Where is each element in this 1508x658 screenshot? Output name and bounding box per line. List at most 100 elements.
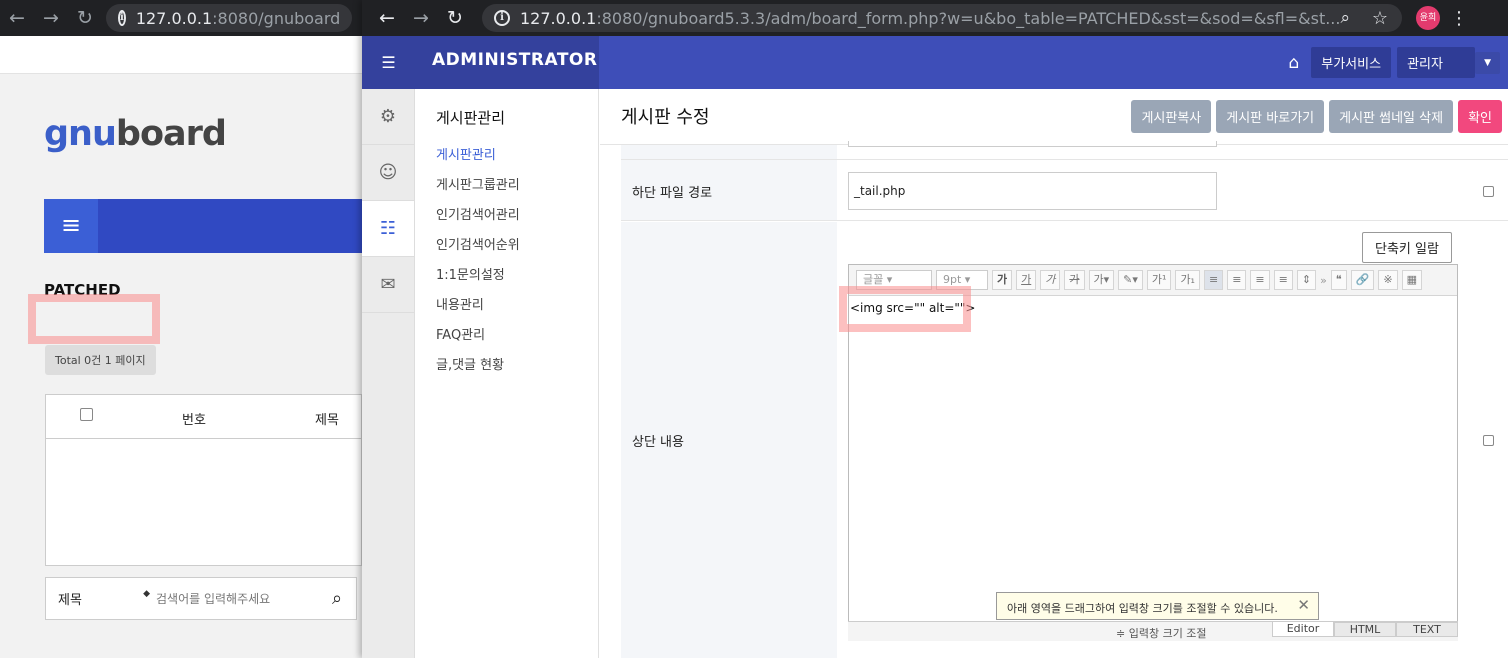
- main-nav-bar: ≡: [44, 199, 362, 253]
- profile-avatar[interactable]: 윤희: [1416, 6, 1440, 30]
- select-all-checkbox[interactable]: [80, 408, 93, 421]
- dropdown-caret-icon[interactable]: ▼: [1475, 51, 1500, 74]
- bookmark-star-icon[interactable]: ☆: [1372, 8, 1388, 29]
- tail-file-label-cell: 하단 파일 경로: [621, 160, 837, 221]
- head-content-apply-checkbox[interactable]: [1483, 435, 1494, 446]
- special-char-icon[interactable]: ※: [1378, 270, 1398, 290]
- right-browser-toolbar: ← → ↻ i 127.0.0.1:8080/gnuboard5.3.3/adm…: [362, 0, 1508, 36]
- submenu-item-board-group[interactable]: 게시판그룹관리: [436, 174, 598, 204]
- search-form: 제목 ◆ 검색어를 입력해주세요 ⌕: [45, 577, 357, 620]
- content-header: 게시판 수정 게시판복사 게시판 바로가기 게시판 썸네일 삭제 확인: [600, 89, 1508, 145]
- resize-tooltip: 아래 영역을 드래그하여 입력창 크기를 조절할 수 있습니다. ✕: [996, 592, 1319, 620]
- reload-icon[interactable]: ↻: [68, 7, 102, 29]
- main-content: 게시판 수정 게시판복사 게시판 바로가기 게시판 썸네일 삭제 확인 하단 파…: [600, 89, 1508, 658]
- align-left-icon[interactable]: ≡: [1203, 270, 1224, 290]
- subscript-icon[interactable]: 가₁: [1175, 270, 1200, 290]
- info-icon[interactable]: i: [118, 10, 126, 26]
- delete-thumbnails-button[interactable]: 게시판 썸네일 삭제: [1329, 100, 1454, 133]
- submenu-item-qa-config[interactable]: 1:1문의설정: [436, 264, 598, 294]
- page-title: 게시판 수정: [621, 107, 710, 128]
- submenu-item-board-manage[interactable]: 게시판관리: [436, 144, 598, 174]
- admin-header: ☰ ADMINISTRATOR ⌂ 부가서비스 관리자 ▼: [362, 36, 1508, 89]
- home-icon[interactable]: ⌂: [1288, 53, 1299, 73]
- form-row-line: [837, 145, 1508, 160]
- go-board-button[interactable]: 게시판 바로가기: [1216, 100, 1325, 133]
- forward-icon[interactable]: →: [404, 7, 438, 29]
- back-icon[interactable]: ←: [370, 7, 404, 29]
- board-list-icon[interactable]: ☷: [362, 201, 414, 257]
- editor-highlight-box: [839, 286, 971, 332]
- hamburger-menu-icon[interactable]: ≡: [44, 199, 98, 253]
- tail-file-input[interactable]: _tail.php: [848, 172, 1217, 210]
- submenu-item-content[interactable]: 내용관리: [436, 294, 598, 324]
- settings-gear-icon[interactable]: ⚙: [362, 89, 414, 145]
- submenu-heading: 게시판관리: [436, 109, 506, 127]
- back-icon[interactable]: ←: [0, 7, 34, 29]
- bold-icon[interactable]: 가: [992, 270, 1013, 290]
- total-badge: Total 0건 1 페이지: [45, 345, 156, 375]
- align-center-icon[interactable]: ≡: [1227, 270, 1247, 290]
- submenu-item-faq[interactable]: FAQ관리: [436, 324, 598, 354]
- admin-icon-sidebar: ⚙ ☺ ☷ ✉: [362, 89, 415, 658]
- highlight-color-icon[interactable]: ✎▾: [1118, 270, 1143, 290]
- tail-file-apply-checkbox[interactable]: [1483, 186, 1494, 197]
- text-color-icon[interactable]: 가▾: [1088, 270, 1115, 290]
- head-content-label: 상단 내용: [632, 435, 684, 450]
- shortcut-list-button[interactable]: 단축키 일람: [1362, 232, 1452, 263]
- confirm-button[interactable]: 확인: [1458, 100, 1502, 133]
- info-icon[interactable]: i: [494, 10, 510, 26]
- mail-icon[interactable]: ✉: [362, 257, 414, 313]
- admin-user-button[interactable]: 관리자: [1397, 47, 1476, 78]
- search-icon[interactable]: ⌕: [318, 588, 356, 609]
- more-menu-icon[interactable]: ⋮: [1450, 8, 1468, 29]
- address-bar[interactable]: i 127.0.0.1:8080/gnuboard: [106, 4, 352, 32]
- gnuboard-logo[interactable]: gnuboard: [44, 114, 227, 154]
- line-height-icon[interactable]: ⇕: [1296, 270, 1317, 290]
- board-list-table: 번호 제목: [45, 394, 362, 566]
- editor-mode-tabs: Editor HTML TEXT: [1272, 622, 1458, 637]
- more-tools-icon[interactable]: »: [1320, 274, 1327, 287]
- italic-icon[interactable]: 가: [1040, 270, 1061, 290]
- align-justify-icon[interactable]: ≡: [1273, 270, 1293, 290]
- reload-icon[interactable]: ↻: [438, 7, 472, 29]
- admin-title[interactable]: ADMINISTRATOR: [415, 36, 599, 89]
- search-field-select[interactable]: 제목 ◆: [46, 589, 152, 608]
- submenu-item-write-count[interactable]: 글,댓글 현황: [436, 354, 598, 384]
- tab-editor[interactable]: Editor: [1272, 622, 1334, 637]
- addon-services-button[interactable]: 부가서비스: [1311, 47, 1392, 78]
- head-content-apply-checkbox-wrapper: [1483, 433, 1494, 448]
- close-icon[interactable]: ✕: [1297, 596, 1310, 614]
- forward-icon[interactable]: →: [34, 7, 68, 29]
- tail-file-label: 하단 파일 경로: [632, 186, 713, 201]
- menu-toggle-icon[interactable]: ☰: [362, 36, 415, 89]
- underline-icon[interactable]: 가: [1016, 270, 1037, 290]
- link-icon[interactable]: 🔗: [1350, 270, 1375, 290]
- superscript-icon[interactable]: 가¹: [1146, 270, 1172, 290]
- right-browser-window: ← → ↻ i 127.0.0.1:8080/gnuboard5.3.3/adm…: [362, 0, 1508, 658]
- table-icon[interactable]: ▦: [1401, 270, 1423, 290]
- member-user-icon[interactable]: ☺: [362, 145, 414, 201]
- editor-resize-bar[interactable]: ≑ 입력창 크기 조절 Editor HTML TEXT: [848, 621, 1458, 641]
- highlight-box: [28, 294, 160, 344]
- page-action-buttons: 게시판복사 게시판 바로가기 게시판 썸네일 삭제 확인: [1131, 100, 1502, 133]
- left-top-strip: [0, 36, 362, 74]
- submenu-item-popular-rank[interactable]: 인기검색어순위: [436, 234, 598, 264]
- quote-icon[interactable]: ❝: [1330, 270, 1347, 290]
- tab-text[interactable]: TEXT: [1396, 622, 1458, 637]
- strikethrough-icon[interactable]: 가: [1064, 270, 1085, 290]
- tab-html[interactable]: HTML: [1334, 622, 1396, 637]
- left-browser-toolbar: ← → ↻ i 127.0.0.1:8080/gnuboard: [0, 0, 362, 36]
- resize-label: ≑ 입력창 크기 조절: [1116, 627, 1207, 640]
- copy-board-button[interactable]: 게시판복사: [1131, 100, 1212, 133]
- header-actions: ⌂ 부가서비스 관리자 ▼: [1288, 47, 1500, 78]
- search-input[interactable]: 검색어를 입력해주세요: [152, 590, 318, 607]
- align-right-icon[interactable]: ≡: [1250, 270, 1270, 290]
- zoom-search-icon[interactable]: ⌕: [1340, 8, 1350, 28]
- header-number: 번호: [182, 413, 206, 428]
- board-submenu: 게시판관리 게시판관리 게시판그룹관리 인기검색어관리 인기검색어순위 1:1문…: [415, 89, 599, 658]
- select-arrows-icon: ◆: [143, 589, 150, 599]
- left-browser-window: ← → ↻ i 127.0.0.1:8080/gnuboard gnuboard…: [0, 0, 362, 658]
- header-subject: 제목: [315, 413, 339, 428]
- address-bar[interactable]: i 127.0.0.1:8080/gnuboard5.3.3/adm/board…: [482, 4, 1402, 32]
- submenu-item-popular-search[interactable]: 인기검색어관리: [436, 204, 598, 234]
